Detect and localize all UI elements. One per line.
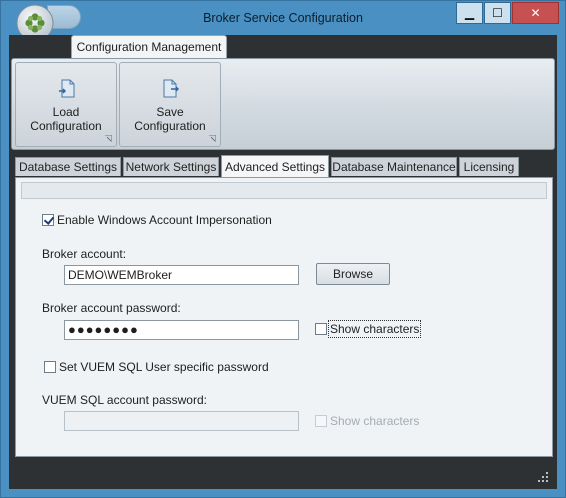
broker-password-label: Broker account password:: [42, 301, 181, 315]
resize-grip-icon[interactable]: [537, 471, 549, 483]
sql-password-input[interactable]: [64, 411, 299, 431]
panel-header-bar: [21, 182, 547, 199]
tab-advanced-settings[interactable]: Advanced Settings: [221, 155, 329, 177]
load-config-icon: [59, 79, 75, 98]
sql-password-label: VUEM SQL account password:: [42, 393, 207, 407]
sql-show-characters-checkbox[interactable]: [315, 415, 327, 427]
main-window: Broker Service Configuration ▁ ☐ ✕ Confi…: [0, 0, 566, 498]
minimize-icon: ▁: [464, 6, 475, 20]
dialog-launcher-icon[interactable]: [209, 135, 216, 142]
broker-account-input[interactable]: DEMO\WEMBroker: [64, 265, 299, 285]
title-bar[interactable]: Broker Service Configuration ▁ ☐ ✕: [1, 1, 565, 42]
tab-network-settings[interactable]: Network Settings: [123, 157, 219, 176]
broker-account-label: Broker account:: [42, 247, 127, 261]
save-configuration-button[interactable]: Save Configuration: [119, 62, 221, 147]
ribbon-tab-configuration-management[interactable]: Configuration Management: [71, 35, 227, 59]
sql-show-characters-label: Show characters: [330, 414, 420, 428]
tab-licensing[interactable]: Licensing: [459, 157, 519, 176]
impersonation-checkbox[interactable]: [42, 214, 54, 226]
load-configuration-button[interactable]: Load Configuration: [15, 62, 117, 147]
dialog-launcher-icon[interactable]: [105, 135, 112, 142]
broker-password-input[interactable]: ●●●●●●●●: [64, 320, 299, 340]
maximize-icon: ☐: [492, 6, 503, 20]
tab-database-settings[interactable]: Database Settings: [15, 157, 121, 176]
impersonation-label: Enable Windows Account Impersonation: [57, 213, 272, 227]
sql-specific-password-checkbox[interactable]: [44, 361, 56, 373]
load-configuration-label: Load Configuration: [30, 105, 102, 133]
maximize-button[interactable]: ☐: [484, 2, 511, 24]
show-characters-label: Show characters: [327, 320, 422, 338]
show-characters-checkbox[interactable]: [315, 323, 327, 335]
browse-button[interactable]: Browse: [316, 263, 390, 285]
sql-specific-password-label: Set VUEM SQL User specific password: [59, 360, 269, 374]
settings-tabstrip: Database Settings Network Settings Advan…: [15, 155, 555, 177]
ribbon: Load Configuration Save Configuration: [11, 58, 555, 150]
save-configuration-label: Save Configuration: [134, 105, 206, 133]
status-bar: [11, 465, 555, 487]
minimize-button[interactable]: ▁: [456, 2, 483, 24]
tab-database-maintenance[interactable]: Database Maintenance: [331, 157, 457, 176]
close-icon: ✕: [530, 6, 541, 20]
save-config-icon: [163, 79, 180, 98]
close-button[interactable]: ✕: [512, 2, 559, 24]
